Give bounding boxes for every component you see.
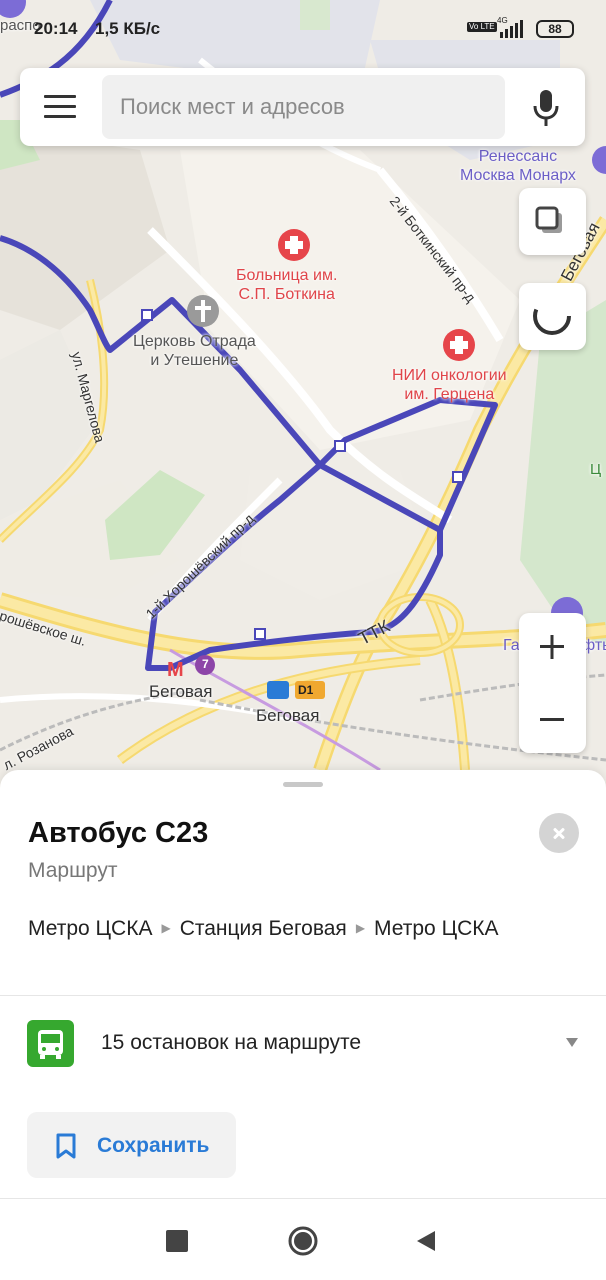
route-stop: Станция Беговая (179, 917, 347, 940)
metro-line-number: 7 (202, 657, 209, 671)
save-button[interactable]: Сохранить (27, 1112, 236, 1178)
zoom-controls (519, 613, 586, 753)
minus-icon (540, 718, 564, 721)
zoom-out-button[interactable] (519, 685, 586, 753)
route-title: Автобус С23 (28, 817, 209, 849)
route-subtitle: Маршрут (28, 859, 118, 882)
compass-icon (533, 297, 571, 335)
map-label-church[interactable]: Церковь Отрада и Утешение (133, 332, 256, 370)
home-icon[interactable] (287, 1225, 319, 1257)
route-stop: Метро ЦСКА (28, 917, 153, 940)
map-view[interactable]: М Больница им. С.П. Боткина Церковь Отра… (0, 0, 606, 800)
route-sheet: Автобус С23 Маршрут Метро ЦСКА ▶ Станция Б… (0, 770, 606, 1200)
map-label-metro-begovaya[interactable]: Беговая (149, 682, 212, 701)
volte-icon: Vo LTE (467, 22, 497, 32)
stops-count: 15 остановок на маршруте (101, 1031, 362, 1054)
battery-icon: 88 (536, 20, 574, 38)
menu-icon[interactable] (44, 95, 76, 119)
status-speed: 1,5 КБ/с (95, 19, 161, 38)
divider (0, 995, 606, 996)
sheet-handle[interactable] (283, 782, 323, 787)
svg-text:М: М (167, 659, 184, 681)
plus-icon (540, 635, 564, 659)
status-bar: 20:14 1,5 КБ/с Vo LTE 4G 88 (0, 0, 606, 58)
route-stops: Метро ЦСКА ▶ Станция Беговая ▶ Метро ЦСКА (28, 914, 568, 943)
map-label-hospital[interactable]: Больница им. С.П. Боткина (236, 266, 337, 304)
stops-toggle[interactable]: 15 остановок на маршруте (0, 1010, 606, 1078)
close-button[interactable] (539, 813, 579, 853)
route-stop: Метро ЦСКА (374, 917, 499, 940)
d1-badge: D1 (298, 683, 314, 697)
system-nav-bar (0, 1200, 606, 1280)
map-label-hotel[interactable]: Ренессанс Москва Монарх (460, 147, 576, 185)
layers-icon (535, 206, 562, 233)
microphone-icon[interactable] (531, 88, 561, 128)
map-label-edge-c: Ц (590, 461, 602, 478)
compass-button[interactable] (519, 283, 586, 350)
layers-button[interactable] (519, 188, 586, 255)
search-bar (20, 68, 585, 146)
map-label-station-begovaya[interactable]: Беговая (256, 706, 319, 725)
status-time: 20:14 (34, 19, 78, 38)
chevron-down-icon (566, 1038, 578, 1047)
bus-icon (27, 1020, 74, 1067)
bookmark-icon (56, 1133, 76, 1159)
recents-icon[interactable] (166, 1230, 188, 1252)
save-label: Сохранить (97, 1134, 210, 1157)
arrow-right-icon: ▶ (355, 921, 366, 935)
arrow-right-icon: ▶ (161, 921, 171, 935)
back-icon[interactable] (415, 1229, 437, 1253)
zoom-in-button[interactable] (519, 613, 586, 681)
map-label-oncology[interactable]: НИИ онкологии им. Герцена (392, 366, 507, 404)
network-label: 4G (497, 16, 508, 25)
divider (0, 1198, 606, 1199)
search-input[interactable] (102, 75, 505, 139)
